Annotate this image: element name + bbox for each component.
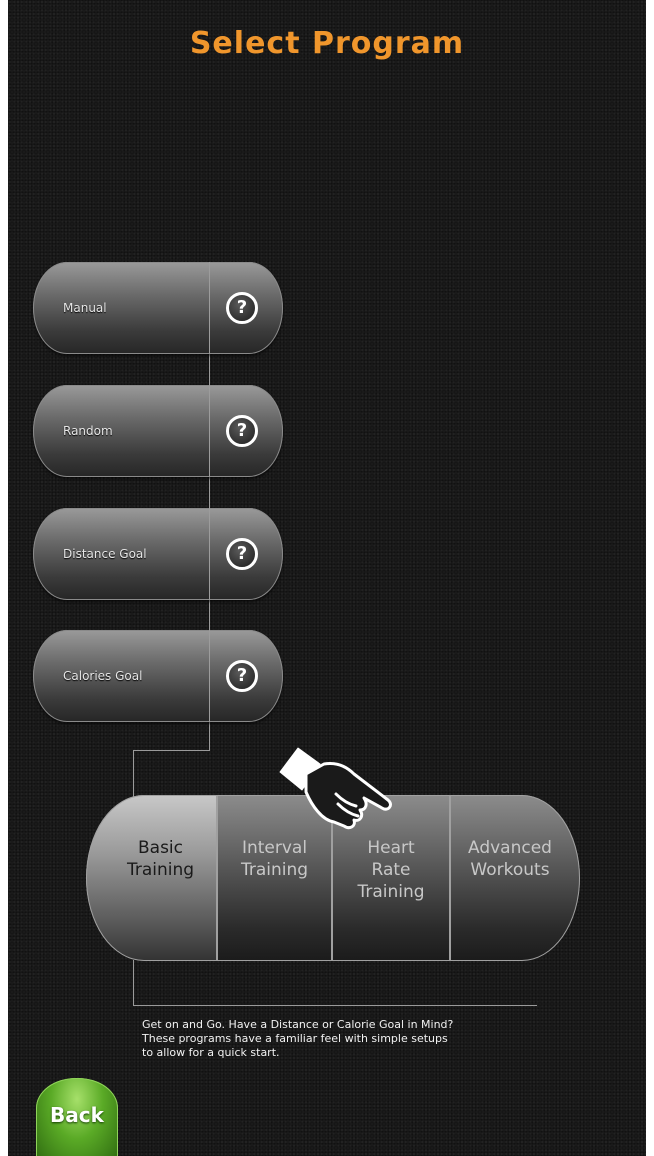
category-label: Basic Training [126, 838, 195, 880]
help-icon[interactable]: ? [226, 415, 258, 447]
divider [209, 385, 210, 477]
help-icon[interactable]: ? [226, 292, 258, 324]
back-button[interactable]: Back [36, 1078, 118, 1156]
program-label: Random [63, 424, 113, 438]
program-item-random[interactable]: Random ? [33, 385, 283, 477]
program-item-manual[interactable]: Manual ? [33, 262, 283, 354]
program-label: Manual [63, 301, 107, 315]
list-connector-line [133, 750, 134, 802]
list-connector-line [133, 750, 210, 751]
category-label: Advanced Workouts [468, 838, 552, 880]
category-label: Heart Rate Training [357, 838, 425, 902]
program-label: Calories Goal [63, 669, 143, 683]
page-title: Select Program [189, 26, 465, 61]
help-icon[interactable]: ? [226, 538, 258, 570]
bottom-connector-line [133, 1005, 537, 1006]
program-item-calories-goal[interactable]: Calories Goal ? [33, 630, 283, 722]
divider [209, 262, 210, 354]
program-label: Distance Goal [63, 547, 147, 561]
bottom-connector-line [133, 960, 134, 1006]
help-icon[interactable]: ? [226, 660, 258, 692]
program-item-distance-goal[interactable]: Distance Goal ? [33, 508, 283, 600]
divider [209, 508, 210, 600]
category-advanced-workouts[interactable]: Advanced Workouts [450, 795, 580, 961]
category-basic-training[interactable]: Basic Training [86, 795, 217, 961]
category-label: Interval Training [240, 838, 309, 880]
divider [209, 630, 210, 722]
program-description: Get on and Go. Have a Distance or Calori… [142, 1018, 454, 1059]
pointing-hand-icon [279, 747, 392, 830]
app-screen: Select Program Manual ? Random ? Distanc… [0, 0, 654, 1156]
